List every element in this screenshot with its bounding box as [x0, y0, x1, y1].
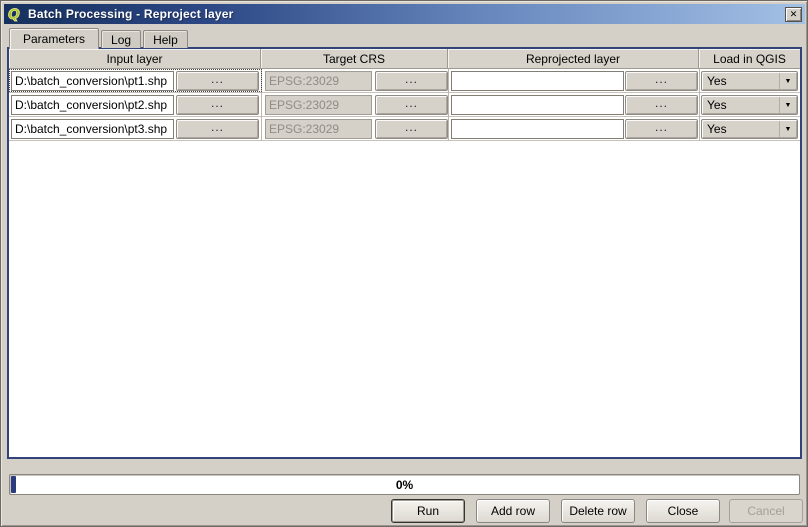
qgis-app-icon: Q — [7, 6, 23, 22]
column-header-target-crs: Target CRS — [261, 49, 448, 69]
tab-help[interactable]: Help — [143, 30, 188, 48]
input-layer-browse-button-3[interactable]: ... — [176, 119, 259, 139]
load-in-qgis-select-1[interactable]: Yes ▼ — [701, 71, 798, 91]
input-layer-browse-button-1[interactable]: ... — [176, 71, 259, 91]
target-crs-field-3[interactable] — [265, 119, 372, 139]
column-header-reprojected-layer: Reprojected layer — [448, 49, 699, 69]
target-crs-browse-button-3[interactable]: ... — [375, 119, 448, 139]
input-layer-field-2[interactable] — [11, 95, 174, 115]
reprojected-layer-browse-button-2[interactable]: ... — [625, 95, 698, 115]
reprojected-layer-field-2[interactable] — [451, 95, 624, 115]
tab-help-label: Help — [153, 33, 178, 47]
dialog-window: Q Batch Processing - Reproject layer ✕ P… — [0, 0, 808, 527]
progress-bar: 0% — [9, 474, 800, 495]
target-crs-browse-button-2[interactable]: ... — [375, 95, 448, 115]
tab-log-label: Log — [111, 33, 131, 47]
chevron-down-icon: ▼ — [779, 73, 796, 89]
load-in-qgis-value-1: Yes — [707, 74, 727, 88]
target-crs-browse-button-1[interactable]: ... — [375, 71, 448, 91]
close-button[interactable]: ✕ — [785, 7, 802, 22]
table-row: ... ... ... Yes ▼ — [9, 93, 800, 117]
load-in-qgis-select-2[interactable]: Yes ▼ — [701, 95, 798, 115]
add-row-button[interactable]: Add row — [476, 499, 550, 523]
input-layer-browse-button-2[interactable]: ... — [176, 95, 259, 115]
column-separator — [261, 69, 262, 141]
tab-parameters-label: Parameters — [23, 32, 85, 46]
column-header-input-layer: Input layer — [9, 49, 261, 69]
titlebar: Q Batch Processing - Reproject layer ✕ — [4, 4, 805, 24]
column-separator — [448, 69, 449, 141]
close-icon: ✕ — [790, 10, 798, 19]
svg-text:Q: Q — [8, 7, 20, 22]
chevron-down-icon: ▼ — [779, 97, 796, 113]
progress-label: 0% — [10, 475, 799, 494]
tab-bar: Parameters Log Help — [9, 27, 190, 48]
chevron-down-icon: ▼ — [779, 121, 796, 137]
column-separator — [699, 69, 700, 141]
load-in-qgis-value-2: Yes — [707, 98, 727, 112]
load-in-qgis-value-3: Yes — [707, 122, 727, 136]
delete-row-button[interactable]: Delete row — [561, 499, 635, 523]
window-title: Batch Processing - Reproject layer — [28, 7, 234, 21]
table-rows: ... ... ... Yes ▼ ... ... ... Yes — [9, 69, 800, 141]
reprojected-layer-field-3[interactable] — [451, 119, 624, 139]
column-header-load-in-qgis: Load in QGIS — [699, 49, 800, 69]
reprojected-layer-field-1[interactable] — [451, 71, 624, 91]
tab-log[interactable]: Log — [101, 30, 141, 48]
input-layer-field-1[interactable] — [11, 71, 174, 91]
load-in-qgis-select-3[interactable]: Yes ▼ — [701, 119, 798, 139]
table-row: ... ... ... Yes ▼ — [9, 117, 800, 141]
table-row: ... ... ... Yes ▼ — [9, 69, 800, 93]
batch-table: Input layer Target CRS Reprojected layer… — [7, 47, 802, 459]
run-button[interactable]: Run — [391, 499, 465, 523]
close-dialog-button[interactable]: Close — [646, 499, 720, 523]
target-crs-field-2[interactable] — [265, 95, 372, 115]
input-layer-field-3[interactable] — [11, 119, 174, 139]
tab-parameters[interactable]: Parameters — [9, 28, 99, 49]
cancel-button[interactable]: Cancel — [729, 499, 803, 523]
table-header-row: Input layer Target CRS Reprojected layer… — [9, 49, 800, 69]
target-crs-field-1[interactable] — [265, 71, 372, 91]
reprojected-layer-browse-button-1[interactable]: ... — [625, 71, 698, 91]
reprojected-layer-browse-button-3[interactable]: ... — [625, 119, 698, 139]
